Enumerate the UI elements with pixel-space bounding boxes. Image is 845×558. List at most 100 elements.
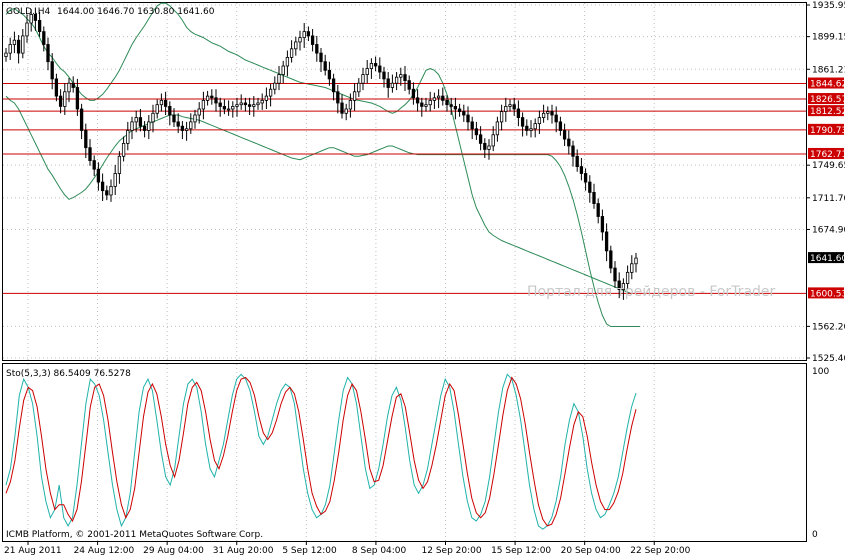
- candle-body: [50, 61, 54, 80]
- candle-body: [634, 257, 638, 265]
- time-tick-label: 22 Sep 20:00: [630, 546, 690, 556]
- candle-body: [88, 147, 92, 161]
- candle-body: [537, 117, 542, 125]
- candle-body: [550, 111, 554, 116]
- candle-body: [340, 102, 344, 114]
- candle-body: [92, 160, 96, 170]
- time-tick-label: 8 Sep 04:00: [352, 546, 407, 556]
- candle-body: [252, 104, 256, 107]
- candle-body: [180, 125, 185, 131]
- candle-body: [411, 88, 416, 99]
- candle-body: [310, 35, 315, 45]
- candle-body: [189, 121, 193, 130]
- candle-body: [441, 95, 445, 101]
- candle-body: [491, 134, 495, 147]
- stochastic-tick-label: 0: [812, 530, 818, 540]
- candle-body: [8, 44, 12, 54]
- candle-body: [571, 145, 575, 157]
- price-tick-label: 1525.40: [812, 354, 845, 364]
- candle-body: [382, 71, 386, 80]
- candle-body: [373, 63, 378, 67]
- symbol-label: GOLD.,H4: [6, 7, 50, 17]
- candle-body: [273, 82, 277, 90]
- trading-chart-window: 1935.95 1899.15 1861.21 1749.65 1711.70 1674.…: [0, 0, 845, 558]
- candle-body: [327, 69, 332, 80]
- candle-body: [625, 271, 630, 284]
- price-tick-label: 1749.65: [812, 161, 845, 171]
- candle-body: [554, 114, 558, 123]
- price-tick-label: 1935.95: [812, 1, 845, 11]
- price-tick-label: 1562.20: [812, 322, 845, 332]
- candle-body: [285, 57, 290, 67]
- time-axis: 21 Aug 2011 24 Aug 12:00 29 Aug 04:00 31 Au…: [4, 541, 691, 556]
- candle-body: [210, 95, 214, 99]
- candle-body: [163, 99, 168, 107]
- candle-body: [386, 78, 390, 88]
- candle-body: [344, 108, 348, 114]
- stochastic-window-frame: [2, 363, 807, 542]
- candle-body: [277, 74, 281, 84]
- candle-body: [369, 63, 374, 69]
- candle-body: [445, 99, 449, 106]
- candle-body: [575, 155, 579, 168]
- candle-body: [281, 65, 285, 76]
- level-price-label: 1790.73: [810, 126, 845, 136]
- candle-body: [592, 191, 596, 204]
- candle-body: [193, 114, 197, 123]
- candle-body: [231, 106, 235, 110]
- candle-body: [630, 263, 634, 273]
- candle-body: [37, 20, 42, 33]
- candle-body: [352, 91, 357, 101]
- candle-body: [256, 102, 260, 106]
- candle-body: [54, 78, 59, 97]
- candle-body: [12, 39, 17, 45]
- candle-body: [365, 68, 369, 76]
- candle-body: [268, 88, 273, 97]
- candle-body: [176, 121, 180, 127]
- candle-body: [512, 104, 516, 110]
- candle-body: [525, 125, 529, 131]
- candle-body: [46, 44, 50, 63]
- level-price-label: 1600.53: [810, 289, 845, 299]
- candle-body: [457, 108, 462, 112]
- candle-body: [588, 181, 592, 193]
- last-price-label: 1641.60: [810, 254, 845, 264]
- candle-body: [541, 112, 546, 118]
- time-tick-label: 31 Aug 20:00: [213, 546, 274, 556]
- candle-body: [121, 142, 126, 157]
- level-price-label: 1812.52: [810, 107, 845, 117]
- candle-body: [600, 216, 605, 233]
- candle-body: [579, 166, 584, 174]
- candle-body: [71, 82, 75, 88]
- candle-body: [378, 65, 382, 73]
- candle-body: [58, 95, 63, 107]
- candle-body: [474, 128, 479, 136]
- time-tick-label: 24 Aug 12:00: [74, 546, 135, 556]
- time-tick-label: 20 Sep 04:00: [561, 546, 621, 556]
- candle-body: [331, 78, 336, 93]
- price-tick-label: 1674.90: [812, 225, 845, 235]
- candle-body: [407, 80, 411, 90]
- candle-body: [218, 102, 222, 107]
- price-tick-label: 1861.21: [812, 65, 845, 75]
- candle-body: [348, 99, 353, 110]
- candle-body: [155, 104, 159, 114]
- candle-body: [222, 106, 227, 110]
- candle-body: [21, 35, 25, 54]
- candle-body: [520, 117, 525, 127]
- candle-body: [319, 52, 323, 63]
- candle-body: [134, 117, 138, 123]
- candle-body: [260, 99, 264, 104]
- time-tick-label: 29 Aug 04:00: [143, 546, 204, 556]
- candle-body: [205, 95, 210, 101]
- time-tick-label: 5 Sep 12:00: [282, 546, 337, 556]
- candle-body: [533, 123, 537, 130]
- candle-body: [126, 130, 130, 144]
- stochastic-label: Sto(5,3,3) 86.5409 76.5278: [6, 369, 131, 379]
- candle-body: [306, 31, 311, 37]
- main-chart-frame: [2, 2, 807, 361]
- candle-body: [403, 74, 407, 82]
- candle-body: [289, 48, 294, 58]
- candle-body: [613, 267, 617, 282]
- candle-body: [424, 104, 428, 107]
